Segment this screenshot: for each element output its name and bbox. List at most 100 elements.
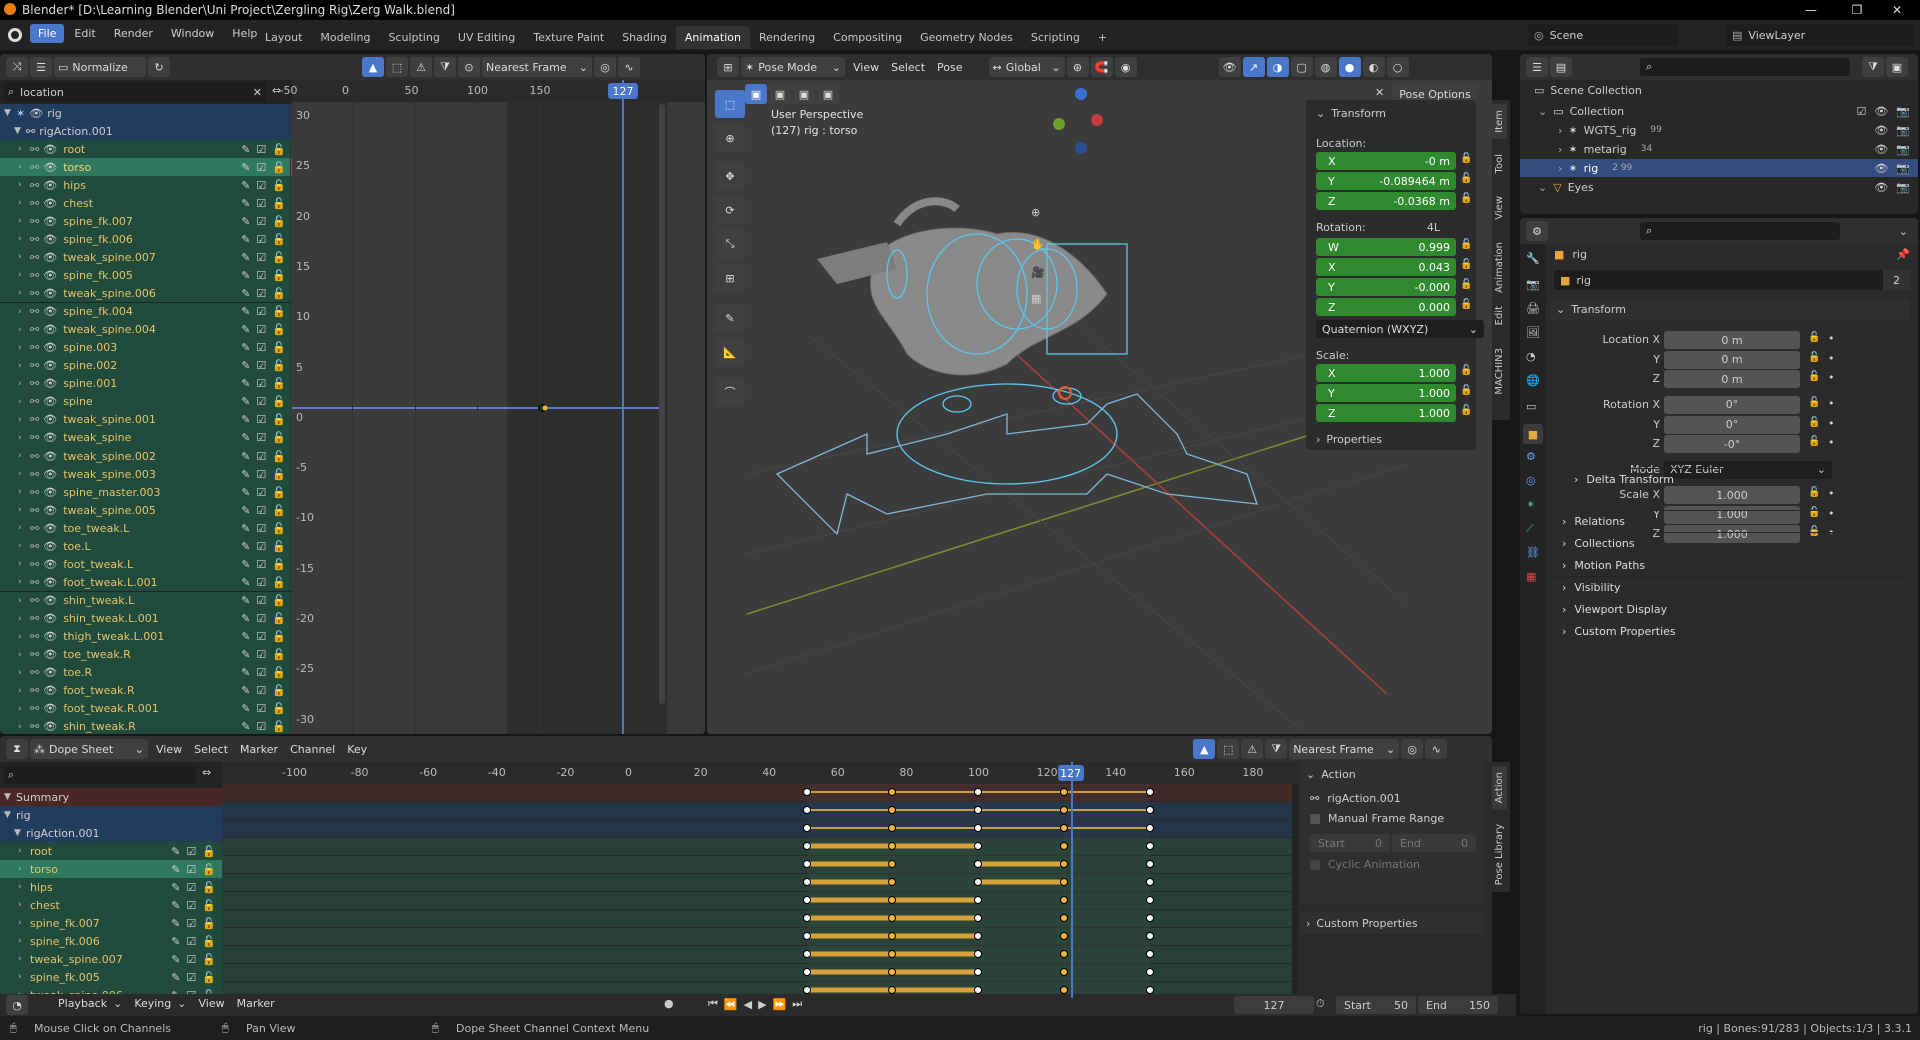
lock-icon[interactable]: 🔓	[272, 648, 286, 661]
keyframe[interactable]	[888, 932, 897, 940]
visibility-eye-icon[interactable]: 👁	[43, 630, 57, 643]
visibility-eye-icon[interactable]: 👁	[43, 666, 57, 679]
blender-menu-icon[interactable]	[8, 28, 22, 42]
start-frame-field[interactable]: Start 50	[1336, 996, 1416, 1014]
lock-icon[interactable]: 🔓	[272, 468, 286, 481]
measure-tool-icon[interactable]: 📐	[715, 338, 745, 366]
graph-channel-row[interactable]: › ⚯ 👁 spine ✎ ☑ 🔓	[0, 392, 292, 411]
wrench-icon[interactable]: ✎	[241, 540, 250, 553]
keyframe-dot-icon[interactable]: •	[1828, 371, 1835, 384]
wrench-icon[interactable]: ✎	[171, 845, 180, 858]
expand-icon[interactable]: ›	[18, 180, 30, 190]
wrench-icon[interactable]: ✎	[241, 359, 250, 372]
graph-channel-row[interactable]: › ⚯ 👁 tweak_spine.003 ✎ ☑ 🔓	[0, 465, 292, 484]
graph-channel-row[interactable]: › ⚯ 👁 spine_master.003 ✎ ☑ 🔓	[0, 483, 292, 502]
lock-icon[interactable]: 🔓	[1460, 259, 1472, 270]
expand-icon[interactable]: ›	[18, 668, 30, 678]
keyframe[interactable]	[1059, 842, 1068, 850]
wrench-icon[interactable]: ✎	[241, 684, 250, 697]
expand-icon[interactable]: ›	[18, 361, 30, 371]
wrench-icon[interactable]: ✎	[171, 935, 180, 948]
ds-menu-marker[interactable]: Marker	[234, 743, 284, 756]
expand-icon[interactable]: ›	[18, 846, 30, 856]
enable-checkbox[interactable]: ☑	[256, 684, 266, 697]
visibility-eye-icon[interactable]: 👁	[43, 684, 57, 697]
tab-animation-side[interactable]: Animation	[1492, 236, 1507, 299]
expand-icon[interactable]: ›	[18, 882, 30, 892]
keyframe[interactable]	[974, 932, 982, 940]
ds-warning-icon[interactable]: ⚠	[1241, 739, 1264, 759]
dopesheet-editor-icon[interactable]: ⧗	[6, 739, 28, 759]
graph-channel-row[interactable]: › ⚯ 👁 chest ✎ ☑ 🔓	[0, 194, 292, 213]
keyframe[interactable]	[1059, 896, 1068, 904]
preview-range-icon[interactable]: ⏱	[1316, 997, 1325, 1011]
enable-checkbox[interactable]: ☑	[256, 431, 266, 444]
rendered-shading-icon[interactable]: ○	[1386, 57, 1409, 77]
expand-icon[interactable]: ›	[18, 559, 30, 569]
wrench-icon[interactable]: ✎	[241, 450, 250, 463]
lock-icon[interactable]: 🔓	[272, 540, 286, 553]
graph-channel-row[interactable]: › ⚯ 👁 toe.L ✎ ☑ 🔓	[0, 537, 292, 556]
visibility-eye-icon[interactable]: 👁	[43, 143, 57, 156]
enable-checkbox[interactable]: ☑	[256, 576, 266, 589]
prop-field[interactable]: 0 m	[1664, 331, 1800, 350]
lock-icon[interactable]: 🔓	[1460, 405, 1472, 416]
enable-checkbox[interactable]: ☑	[256, 197, 266, 210]
pin-icon[interactable]: ⚯	[30, 612, 39, 625]
object-props-icon[interactable]: ■	[1523, 424, 1543, 444]
viewlayer-selector[interactable]: ▤ ViewLayer	[1726, 24, 1914, 46]
keyframe[interactable]	[888, 806, 897, 814]
keyframe-dot-icon[interactable]: •	[1828, 397, 1835, 410]
menu-select[interactable]: Select	[885, 61, 931, 74]
expand-icon[interactable]: ⌄	[1538, 181, 1547, 194]
wrench-icon[interactable]: ✎	[241, 431, 250, 444]
pivot-point-icon[interactable]: ⊛	[1066, 57, 1089, 77]
lock-icon[interactable]: 🔓	[272, 251, 286, 264]
visibility-eye-icon[interactable]: 👁	[43, 197, 57, 210]
keyframe[interactable]	[888, 878, 897, 886]
scene-selector[interactable]: ◎ Scene	[1528, 24, 1678, 46]
expand-icon[interactable]: ›	[18, 198, 30, 208]
tool-props-icon[interactable]: 🔧	[1526, 252, 1540, 265]
lock-icon[interactable]: 🔓	[272, 522, 286, 535]
graph-channel-row[interactable]: › ⚯ 👁 hips ✎ ☑ 🔓	[0, 176, 292, 195]
keyframe[interactable]	[974, 878, 982, 886]
tab-action[interactable]: Action	[1492, 766, 1507, 810]
rotation-mode-dropdown[interactable]: Quaternion (WXYZ) ⌄	[1316, 320, 1484, 338]
expand-icon[interactable]: ›	[18, 614, 30, 624]
tab-item[interactable]: Item	[1492, 104, 1507, 139]
expand-icon[interactable]: ›	[18, 632, 30, 642]
keyframe[interactable]	[888, 860, 897, 868]
current-frame-field[interactable]: 127	[1234, 996, 1314, 1014]
bone-props-icon[interactable]: ⟋	[1526, 522, 1534, 536]
ds-search[interactable]: ⌕	[4, 766, 196, 784]
pivot-icon[interactable]: ⊙	[458, 57, 480, 77]
prop-section-relations[interactable]: › Relations	[1550, 510, 1910, 532]
lock-icon[interactable]: 🔓	[272, 359, 286, 372]
enable-checkbox[interactable]: ☑	[256, 341, 266, 354]
action-end-field[interactable]: End 0	[1392, 834, 1476, 852]
expand-icon[interactable]: ›	[1558, 124, 1562, 137]
transform-panel-header[interactable]: ⌄ Transform	[1550, 298, 1910, 320]
keyframe[interactable]	[1059, 950, 1068, 958]
wireframe-shading-icon[interactable]: ◍	[1314, 57, 1337, 77]
lock-icon[interactable]: 🔓	[272, 576, 286, 589]
rotate-tool-icon[interactable]: ⟳	[715, 196, 745, 224]
properties-editor-icon[interactable]: ⚙	[1526, 221, 1548, 241]
graph-channel-row[interactable]: › ⚯ 👁 spine.003 ✎ ☑ 🔓	[0, 338, 292, 357]
end-frame-field[interactable]: End 150	[1418, 996, 1498, 1014]
lock-icon[interactable]: 🔓	[1808, 397, 1820, 408]
visibility-eye-icon[interactable]: 👁	[43, 233, 57, 246]
enable-checkbox[interactable]: ☑	[256, 504, 266, 517]
visibility-eye-icon[interactable]: 👁	[43, 431, 57, 444]
render-props-icon[interactable]: 📷	[1526, 278, 1540, 291]
lock-icon[interactable]: 🔓	[1808, 332, 1820, 343]
keyframe[interactable]	[1059, 914, 1068, 922]
chevron-down-icon[interactable]: ⌄	[1899, 225, 1908, 238]
snap-dropdown[interactable]: Nearest Frame ⌄	[482, 57, 592, 77]
lock-icon[interactable]: 🔓	[272, 143, 286, 156]
display-mode-icon[interactable]: ▤	[1550, 57, 1572, 77]
wrench-icon[interactable]: ✎	[241, 486, 250, 499]
lock-icon[interactable]: 🔓	[1460, 173, 1472, 184]
keyframe[interactable]	[974, 788, 982, 796]
